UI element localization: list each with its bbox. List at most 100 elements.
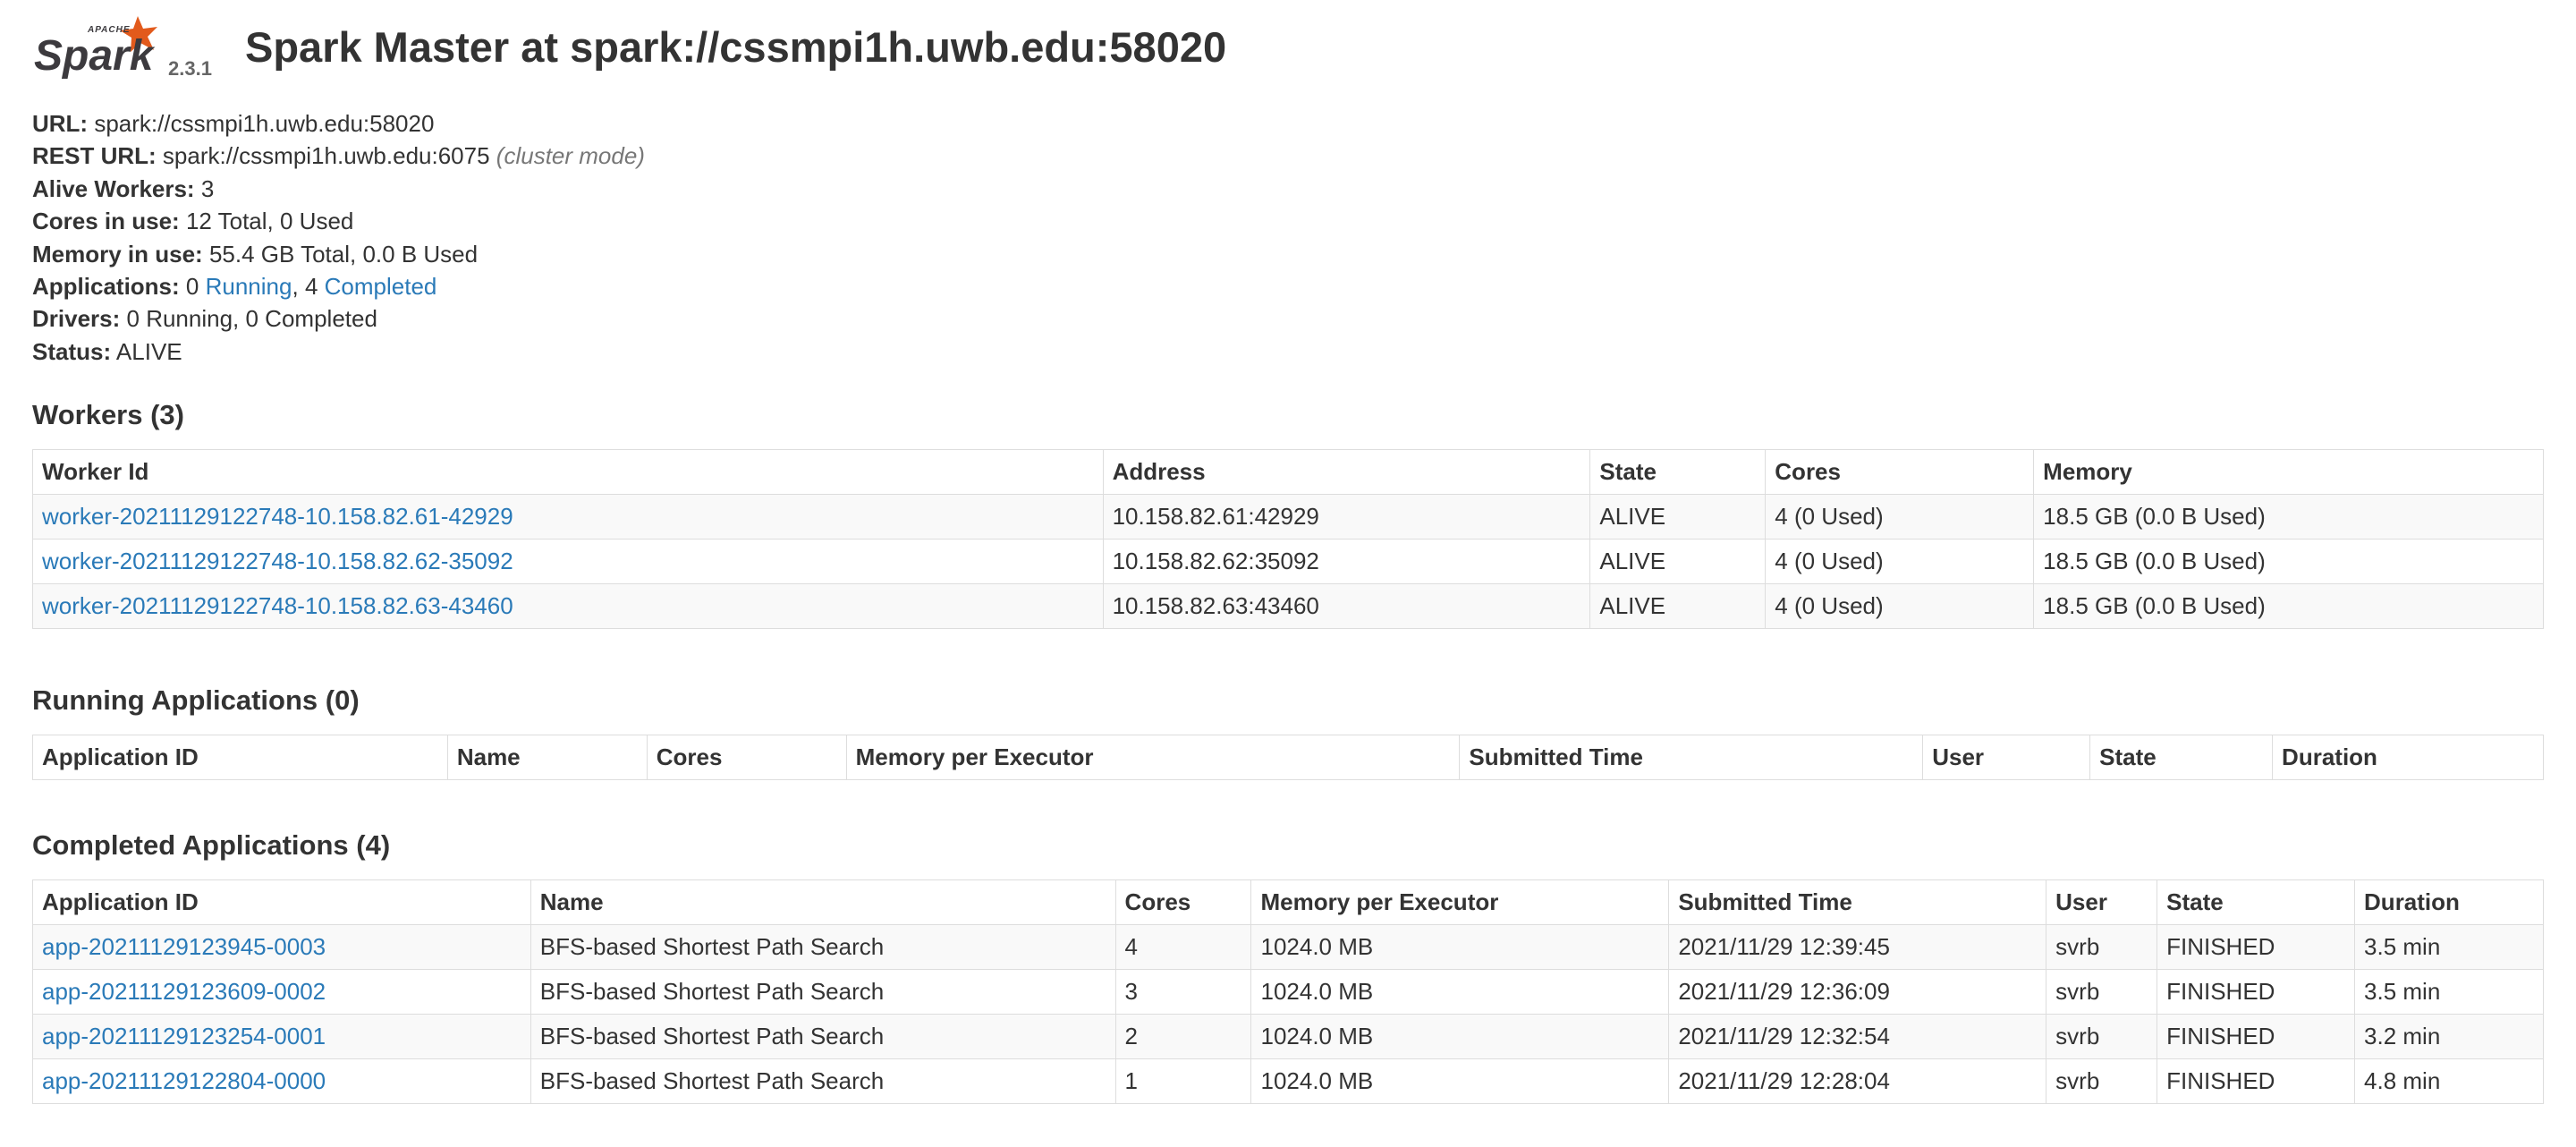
- workers-table: Worker Id Address State Cores Memory wor…: [32, 449, 2544, 629]
- workers-section-title[interactable]: Workers (3): [32, 399, 184, 431]
- running-apps-section-title[interactable]: Running Applications (0): [32, 684, 360, 717]
- address-cell: 10.158.82.63:43460: [1102, 583, 1591, 629]
- worker-link[interactable]: worker-20211129122748-10.158.82.63-43460: [42, 592, 513, 619]
- col-memory-per-executor[interactable]: Memory per Executor: [1250, 879, 1670, 925]
- running-apps-link[interactable]: Running: [206, 273, 292, 300]
- running-count: 0: [185, 273, 199, 301]
- col-state[interactable]: State: [2089, 735, 2274, 780]
- page-header: APACHE Spark 2.3.1 Spark Master at spark…: [32, 14, 2537, 86]
- summary-drivers: Drivers: 0 Running, 0 Completed: [32, 302, 645, 335]
- name-cell: BFS-based Shortest Path Search: [530, 1014, 1116, 1059]
- cores-cell: 4 (0 Used): [1765, 494, 2035, 540]
- state-cell: FINISHED: [2157, 1014, 2356, 1059]
- cores-cell: 4 (0 Used): [1765, 583, 2035, 629]
- cores-cell: 2: [1114, 1014, 1252, 1059]
- app-link[interactable]: app-20211129123254-0001: [42, 1023, 326, 1049]
- col-user[interactable]: User: [2046, 879, 2158, 925]
- col-cores[interactable]: Cores: [646, 735, 847, 780]
- submitted-time-cell: 2021/11/29 12:39:45: [1668, 924, 2047, 970]
- state-cell: ALIVE: [1589, 539, 1767, 584]
- alive-workers-value: 3: [200, 174, 215, 202]
- alive-workers-label: Alive Workers:: [32, 174, 195, 202]
- drivers-label: Drivers:: [32, 305, 121, 333]
- state-cell: ALIVE: [1589, 494, 1767, 540]
- app-link[interactable]: app-20211129122804-0000: [42, 1067, 326, 1094]
- spark-logo[interactable]: APACHE Spark: [32, 14, 166, 79]
- cores-cell: 4 (0 Used): [1765, 539, 2035, 584]
- cores-cell: 3: [1114, 969, 1252, 1015]
- col-worker-id[interactable]: Worker Id: [32, 449, 1104, 495]
- col-application-id[interactable]: Application ID: [32, 735, 448, 780]
- status-label: Status:: [32, 337, 112, 365]
- cores-cell: 4: [1114, 924, 1252, 970]
- url-label: URL:: [32, 110, 89, 137]
- col-cores[interactable]: Cores: [1114, 879, 1252, 925]
- memory-cell: 18.5 GB (0.0 B Used): [2033, 494, 2544, 540]
- user-cell: svrb: [2046, 1058, 2158, 1104]
- status-value: ALIVE: [115, 337, 182, 365]
- submitted-time-cell: 2021/11/29 12:28:04: [1668, 1058, 2047, 1104]
- col-memory-per-executor[interactable]: Memory per Executor: [845, 735, 1461, 780]
- worker-id-cell: worker-20211129122748-10.158.82.63-43460: [32, 583, 1104, 629]
- duration-cell: 4.8 min: [2354, 1058, 2544, 1104]
- col-name[interactable]: Name: [446, 735, 648, 780]
- table-row: worker-20211129122748-10.158.82.63-43460…: [32, 583, 2544, 629]
- running-apps-header-row: Application ID Name Cores Memory per Exe…: [32, 735, 2544, 780]
- worker-link[interactable]: worker-20211129122748-10.158.82.62-35092: [42, 548, 513, 574]
- cores-label: Cores in use:: [32, 208, 180, 235]
- app-id-cell: app-20211129123254-0001: [32, 1014, 531, 1059]
- drivers-value: 0 Running, 0 Completed: [126, 305, 377, 333]
- app-id-cell: app-20211129123609-0002: [32, 969, 531, 1015]
- worker-id-cell: worker-20211129122748-10.158.82.62-35092: [32, 539, 1104, 584]
- app-id-cell: app-20211129123945-0003: [32, 924, 531, 970]
- col-cores[interactable]: Cores: [1765, 449, 2035, 495]
- completed-apps-table: Application ID Name Cores Memory per Exe…: [32, 879, 2544, 1104]
- page-title: Spark Master at spark://cssmpi1h.uwb.edu…: [245, 23, 1227, 71]
- col-address[interactable]: Address: [1102, 449, 1591, 495]
- col-submitted-time[interactable]: Submitted Time: [1459, 735, 1924, 780]
- table-row: app-20211129123609-0002 BFS-based Shorte…: [32, 969, 2544, 1015]
- logo-spark-text: Spark: [34, 32, 156, 79]
- col-memory[interactable]: Memory: [2033, 449, 2544, 495]
- col-state[interactable]: State: [1589, 449, 1767, 495]
- cores-value: 12 Total, 0 Used: [185, 208, 354, 235]
- memory-cell: 18.5 GB (0.0 B Used): [2033, 539, 2544, 584]
- worker-id-cell: worker-20211129122748-10.158.82.61-42929: [32, 494, 1104, 540]
- state-cell: FINISHED: [2157, 924, 2356, 970]
- completed-apps-link[interactable]: Completed: [325, 273, 437, 300]
- table-row: app-20211129122804-0000 BFS-based Shorte…: [32, 1058, 2544, 1104]
- name-cell: BFS-based Shortest Path Search: [530, 969, 1116, 1015]
- col-name[interactable]: Name: [530, 879, 1116, 925]
- summary-rest-url: REST URL: spark://cssmpi1h.uwb.edu:6075 …: [32, 140, 645, 172]
- col-application-id[interactable]: Application ID: [32, 879, 531, 925]
- user-cell: svrb: [2046, 924, 2158, 970]
- table-row: worker-20211129122748-10.158.82.61-42929…: [32, 494, 2544, 540]
- completed-apps-section-title[interactable]: Completed Applications (4): [32, 829, 390, 862]
- summary-memory: Memory in use: 55.4 GB Total, 0.0 B Used: [32, 238, 645, 270]
- col-duration[interactable]: Duration: [2354, 879, 2544, 925]
- col-state[interactable]: State: [2157, 879, 2356, 925]
- col-user[interactable]: User: [1922, 735, 2091, 780]
- col-submitted-time[interactable]: Submitted Time: [1668, 879, 2047, 925]
- memory-cell: 1024.0 MB: [1250, 1058, 1670, 1104]
- applications-separator: ,: [292, 273, 299, 301]
- summary-alive-workers: Alive Workers: 3: [32, 173, 645, 205]
- applications-label: Applications:: [32, 273, 180, 301]
- rest-url-label: REST URL:: [32, 142, 157, 170]
- state-cell: FINISHED: [2157, 1058, 2356, 1104]
- app-link[interactable]: app-20211129123945-0003: [42, 933, 326, 960]
- duration-cell: 3.2 min: [2354, 1014, 2544, 1059]
- memory-cell: 1024.0 MB: [1250, 1014, 1670, 1059]
- master-summary: URL: spark://cssmpi1h.uwb.edu:58020 REST…: [32, 107, 645, 368]
- worker-link[interactable]: worker-20211129122748-10.158.82.61-42929: [42, 503, 513, 530]
- memory-cell: 18.5 GB (0.0 B Used): [2033, 583, 2544, 629]
- app-id-cell: app-20211129122804-0000: [32, 1058, 531, 1104]
- spark-version: 2.3.1: [168, 57, 212, 80]
- completed-apps-header-row: Application ID Name Cores Memory per Exe…: [32, 879, 2544, 925]
- col-duration[interactable]: Duration: [2272, 735, 2544, 780]
- app-link[interactable]: app-20211129123609-0002: [42, 978, 326, 1005]
- user-cell: svrb: [2046, 1014, 2158, 1059]
- rest-url-mode: (cluster mode): [496, 142, 645, 170]
- summary-applications: Applications: 0 Running, 4 Completed: [32, 270, 645, 302]
- state-cell: FINISHED: [2157, 969, 2356, 1015]
